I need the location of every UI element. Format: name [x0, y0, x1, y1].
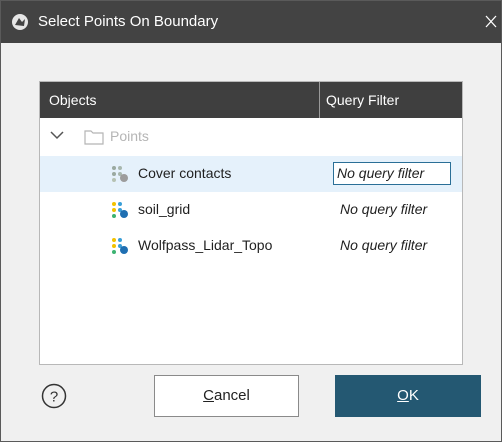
- close-icon: [485, 15, 497, 28]
- ok-label: K: [408, 387, 419, 404]
- objects-table: Objects Query Filter Points Cover contac…: [39, 81, 463, 365]
- object-name: Wolfpass_Lidar_Topo: [138, 237, 273, 253]
- table-header: Objects Query Filter: [40, 82, 462, 118]
- table-row[interactable]: Cover contacts No query filter: [40, 156, 462, 192]
- query-filter-cell[interactable]: No query filter: [336, 198, 454, 221]
- tree-node-points[interactable]: Points: [40, 119, 462, 155]
- help-button[interactable]: ?: [41, 383, 67, 409]
- cancel-label: ancel: [213, 387, 250, 404]
- ok-button[interactable]: OK: [335, 375, 481, 417]
- query-filter-cell[interactable]: No query filter: [336, 234, 454, 257]
- column-header-query-filter[interactable]: Query Filter: [326, 92, 399, 108]
- select-points-dialog: Select Points On Boundary Objects Query …: [0, 0, 502, 442]
- query-filter-cell[interactable]: No query filter: [333, 162, 451, 185]
- close-button[interactable]: [481, 1, 501, 43]
- table-row[interactable]: soil_grid No query filter: [40, 192, 462, 228]
- points-object-icon: [112, 202, 128, 218]
- points-object-icon: [112, 238, 128, 254]
- object-name: Cover contacts: [138, 165, 232, 181]
- column-header-objects[interactable]: Objects: [49, 92, 96, 108]
- chevron-down-icon[interactable]: [50, 130, 64, 140]
- points-object-icon: [112, 166, 128, 182]
- cancel-mnemonic: C: [203, 387, 214, 404]
- table-row[interactable]: Wolfpass_Lidar_Topo No query filter: [40, 228, 462, 264]
- title-bar[interactable]: Select Points On Boundary: [1, 1, 501, 43]
- ok-mnemonic: O: [397, 387, 409, 404]
- dialog-title: Select Points On Boundary: [38, 13, 219, 30]
- object-name: soil_grid: [138, 201, 191, 217]
- column-divider[interactable]: [319, 82, 320, 118]
- cancel-button[interactable]: Cancel: [154, 375, 299, 417]
- help-icon: ?: [41, 383, 67, 409]
- app-logo-icon: [12, 14, 28, 30]
- folder-icon: [84, 130, 104, 145]
- svg-text:?: ?: [50, 389, 58, 406]
- tree-node-label: Points: [110, 128, 149, 144]
